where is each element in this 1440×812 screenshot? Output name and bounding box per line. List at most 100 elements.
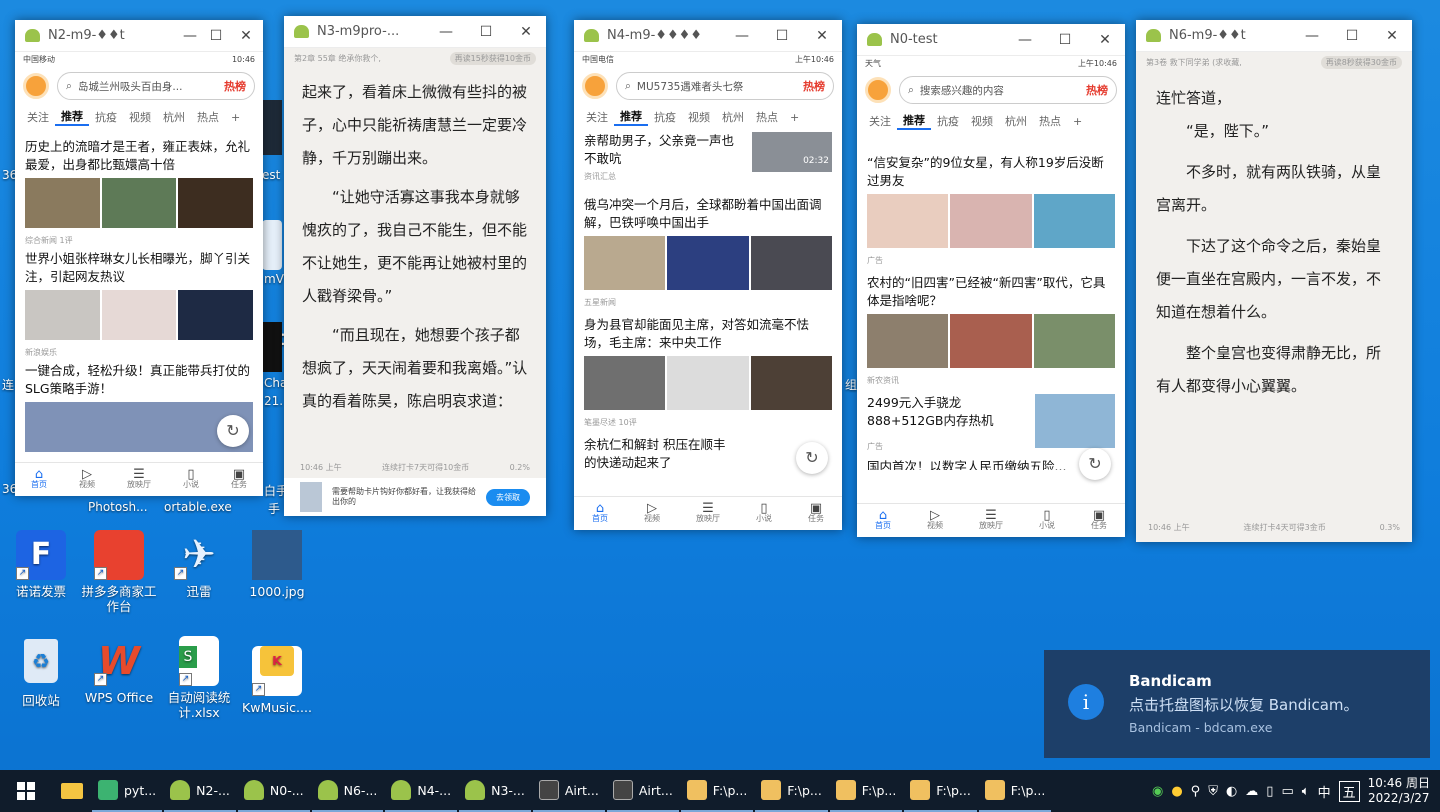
minimize-button[interactable]: — [426,24,466,40]
add-tab-icon[interactable]: + [225,111,246,124]
tab[interactable]: 推荐 [55,108,89,126]
tab[interactable]: 杭州 [716,109,750,125]
nav-novel[interactable]: ▯ 小说 [1039,509,1055,531]
desktop-icon-label[interactable]: ortable.exe [164,500,232,514]
tab[interactable]: 抗疫 [89,109,123,125]
desktop-icon-recycle-bin[interactable]: ♻ 回收站 [0,636,82,708]
ad-image[interactable] [1035,394,1115,448]
news-item-title[interactable]: 国内首次！以数字人民币缴纳五险... [867,458,1115,470]
taskbar-item[interactable]: N2-... [164,770,236,812]
news-images[interactable] [584,236,832,290]
minimize-button[interactable]: — [177,28,203,44]
nav-task[interactable]: ▣ 任务 [231,468,247,490]
news-item-title[interactable]: 世界小姐张梓琳女儿长相曝光，脚丫引关注，引起网友热议 [25,250,253,286]
maximize-button[interactable]: ☐ [203,28,229,44]
app-logo-icon[interactable] [582,73,608,99]
video-thumbnail[interactable]: 02:32 [752,132,832,172]
close-button[interactable]: ✕ [802,28,842,44]
news-images[interactable] [25,178,254,228]
taskbar-item[interactable]: N4-... [385,770,458,812]
maximize-button[interactable]: ☐ [1045,32,1085,48]
volume-icon[interactable]: 🔈︎ [1302,784,1310,799]
network-tray-icon[interactable]: ⚲ [1191,784,1201,799]
nav-home[interactable]: ⌂ 首页 [31,468,47,490]
taskbar-item[interactable]: F:\p... [978,770,1052,812]
nav-home[interactable]: ⌂ 首页 [592,502,608,524]
refresh-icon[interactable]: ↻ [796,442,828,474]
search-input[interactable]: ⌕ MU5735遇难者头七祭 热榜 [616,72,834,100]
network-icon[interactable]: ▭ [1281,784,1293,799]
tab[interactable]: 热点 [1033,113,1067,129]
file-explorer-button[interactable] [52,770,92,812]
add-tab-icon[interactable]: + [784,111,805,124]
news-images[interactable] [584,356,832,410]
news-images[interactable] [867,314,1115,368]
tab[interactable]: 推荐 [897,112,931,130]
news-item-title[interactable]: 一键合成，轻松升级！真正能带兵打仗的SLG策略手游！ [25,362,253,398]
record-icon[interactable]: ◉ [1152,784,1163,799]
start-button[interactable] [0,770,52,812]
search-input[interactable]: ⌕ 岛城兰州吸头百由身... 热榜 [57,72,255,100]
desktop-icon-image[interactable]: 1000.jpg [236,530,318,599]
nav-theater[interactable]: ☰ 放映厅 [979,509,1003,531]
window-n0[interactable]: N0-test — ☐ ✕ 天气 上午10:46 ⌕ 搜索感兴趣的内容 热榜 关注 推… [857,24,1125,537]
nav-home[interactable]: ⌂ 首页 [875,509,891,531]
taskbar-item[interactable]: F:\p... [755,770,828,812]
ime-language[interactable]: 中 [1318,782,1331,801]
news-item[interactable]: 2499元入手骁龙888+512GB内存热机 广告 [867,394,1115,451]
nav-theater[interactable]: ☰ 放映厅 [696,502,720,524]
taskbar-item[interactable]: Airt... [532,770,605,812]
tab[interactable]: 关注 [863,113,897,129]
app-logo-icon[interactable] [23,73,49,99]
news-item-title[interactable]: 历史上的流暗才是王者，雍正表妹，允礼最爱，出身都比甄嬛高十倍 [25,138,253,174]
nav-novel[interactable]: ▯ 小说 [183,468,199,490]
close-button[interactable]: ✕ [506,24,546,40]
tab[interactable]: 推荐 [614,108,648,126]
taskbar-item[interactable]: F:\p... [904,770,977,812]
window-n6[interactable]: N6-m9-♦♦t — ☐ ✕ 第3卷 救下同学弟 (求收藏, 再读8秒获得30金… [1136,20,1412,542]
nav-theater[interactable]: ☰ 放映厅 [127,468,151,490]
tab[interactable]: 热点 [191,109,225,125]
desktop-icon-pinduoduo[interactable]: ↗ 拼多多商家工作台 [78,530,160,614]
tab[interactable]: 关注 [580,109,614,125]
app-tray-icon[interactable]: ● [1171,784,1182,799]
titlebar[interactable]: N2-m9-♦♦t — ☐ ✕ [15,20,263,52]
nav-task[interactable]: ▣ 任务 [808,502,824,524]
news-item-title[interactable]: 农村的“旧四害”已经被“新四害”取代，它具体是指啥呢？ [867,274,1115,310]
chat-icon[interactable]: ◐ [1226,784,1237,799]
desktop-icon-nuonuo[interactable]: F ↗ 诺诺发票 [0,530,82,599]
hot-list-button[interactable]: 热榜 [1086,82,1108,98]
taskbar-item[interactable]: N0-... [237,770,310,812]
search-input[interactable]: ⌕ 搜索感兴趣的内容 热榜 [899,76,1117,104]
tab[interactable]: 视频 [123,109,157,125]
desktop-icon-label[interactable]: Photosh... [88,500,148,514]
window-n3[interactable]: N3-m9pro-... — ☐ ✕ 第2章 55章 绝承你救个, 再读15秒获得… [284,16,546,516]
ad-banner[interactable]: 需要帮助卡片钩好你都好看，让我获得给出你的 去领取 [284,478,546,516]
news-item-title[interactable]: “信安复杂”的9位女星，有人称19岁后没断过男友 [867,154,1115,190]
news-item-title[interactable]: 余杭仁和解封 积压在顺丰的快递动起来了 [584,436,734,472]
window-n2[interactable]: N2-m9-♦♦t — ☐ ✕ 中国移动 10:46 ⌕ 岛城兰州吸头百由身... 热… [15,20,263,496]
cloud-icon[interactable]: ☁ [1245,784,1258,799]
tab[interactable]: 杭州 [999,113,1033,129]
news-images[interactable] [25,290,254,340]
taskbar-item[interactable]: F:\p... [829,770,903,812]
maximize-button[interactable]: ☐ [466,24,506,40]
minimize-button[interactable]: — [1005,32,1045,48]
news-item-title[interactable]: 身为县官却能面见主席，对答如流毫不怯场，毛主席：来中央工作 [584,316,832,352]
tab[interactable]: 杭州 [157,109,191,125]
tab[interactable]: 关注 [21,109,55,125]
window-n4[interactable]: N4-m9-♦♦♦♦ — ☐ ✕ 中国电信 上午10:46 ⌕ MU5735遇难者头… [574,20,842,530]
desktop-icon-xlsx[interactable]: S ↗ 自动阅读统计.xlsx [158,636,240,720]
taskbar-item[interactable]: F:\p... [680,770,754,812]
tab[interactable]: 抗疫 [931,113,965,129]
news-images[interactable] [867,194,1115,248]
news-item[interactable]: 亲帮助男子，父亲竟一声也不敢吭 资讯汇总 02:32 [584,132,832,181]
add-tab-icon[interactable]: + [1067,115,1088,128]
news-item-title[interactable]: 俄乌冲突一个月后，全球都盼着中国出面调解，巴铁呼唤中国出手 [584,196,832,232]
nav-video[interactable]: ▷ 视频 [927,509,943,531]
minimize-button[interactable]: — [1292,28,1332,44]
tab[interactable]: 视频 [965,113,999,129]
minimize-button[interactable]: — [722,28,762,44]
taskbar-item[interactable]: N6-... [311,770,384,812]
nav-novel[interactable]: ▯ 小说 [756,502,772,524]
